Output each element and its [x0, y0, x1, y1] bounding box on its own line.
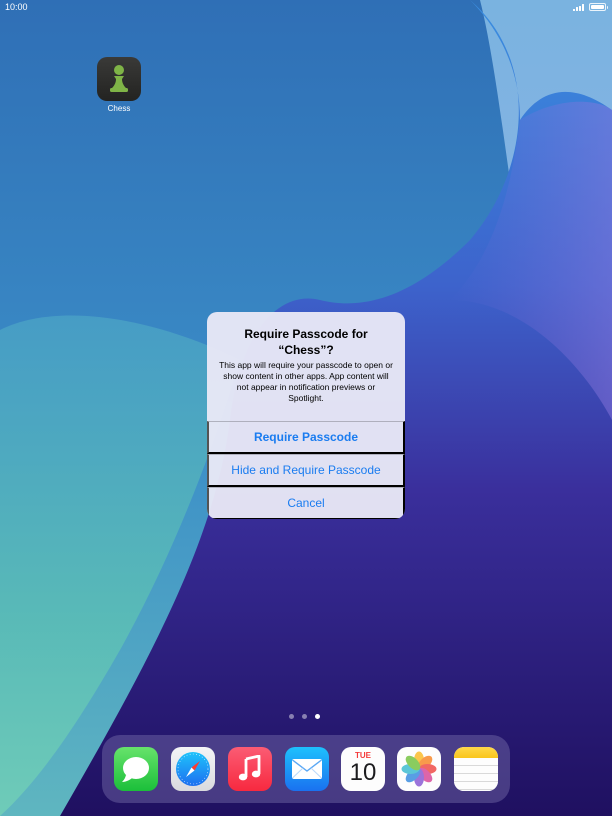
- notes-app-icon[interactable]: [454, 747, 498, 791]
- status-bar: 10:00: [0, 0, 612, 14]
- music-icon: [238, 755, 261, 781]
- notes-lines: [454, 758, 498, 791]
- chess-pawn-icon: [110, 65, 128, 92]
- chess-app-icon[interactable]: [97, 57, 141, 101]
- status-indicators: [573, 3, 608, 11]
- messages-app-icon[interactable]: [114, 747, 158, 791]
- page-dot-active: [315, 714, 320, 719]
- music-app-icon[interactable]: [228, 747, 272, 791]
- alert-title: Require Passcode for “Chess”?: [244, 327, 368, 357]
- messages-icon: [122, 757, 149, 782]
- safari-icon: [176, 752, 210, 786]
- page-dot: [302, 714, 307, 719]
- photos-app-icon[interactable]: [397, 747, 441, 791]
- page-dot: [289, 714, 294, 719]
- cellular-signal-icon: [573, 3, 584, 11]
- safari-app-icon[interactable]: [171, 747, 215, 791]
- page-indicator[interactable]: [289, 714, 320, 719]
- battery-icon: [589, 3, 608, 11]
- mail-icon: [292, 759, 322, 779]
- require-passcode-button[interactable]: Require Passcode: [207, 421, 405, 454]
- status-time: 10:00: [5, 2, 28, 12]
- calendar-app-icon[interactable]: TUE 10: [341, 747, 385, 791]
- cancel-button[interactable]: Cancel: [207, 487, 405, 519]
- mail-app-icon[interactable]: [285, 747, 329, 791]
- hide-and-require-passcode-button[interactable]: Hide and Require Passcode: [207, 454, 405, 487]
- require-passcode-alert: Require Passcode for “Chess”? This app w…: [207, 312, 405, 519]
- calendar-date: 10: [349, 759, 377, 786]
- chess-app-label: Chess: [107, 104, 131, 113]
- alert-message: This app will require your passcode to o…: [219, 360, 393, 403]
- notes-icon: [454, 747, 498, 758]
- photos-icon: [401, 751, 437, 787]
